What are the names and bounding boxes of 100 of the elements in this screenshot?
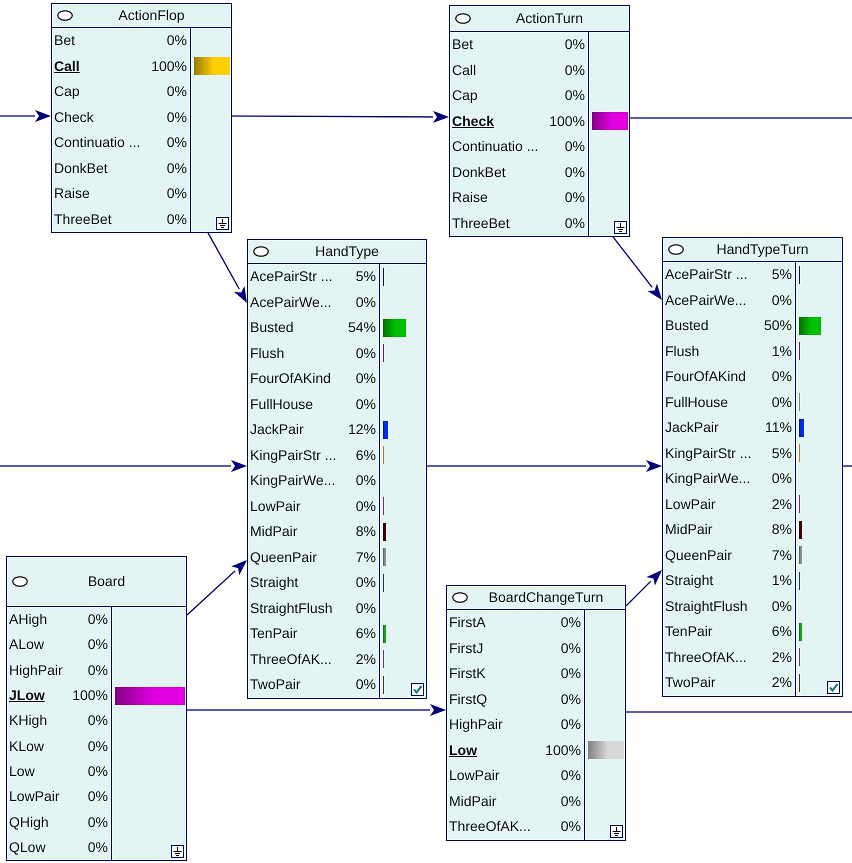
- state-label[interactable]: KingPairStr ...: [250, 444, 336, 466]
- state-label[interactable]: ThreeOfAK...: [665, 646, 747, 668]
- state-label[interactable]: KingPairWe...: [250, 470, 336, 492]
- oval-icon: [253, 246, 269, 257]
- state-label[interactable]: JLow: [9, 685, 45, 706]
- state-label[interactable]: AHigh: [9, 609, 48, 630]
- state-label[interactable]: ALow: [9, 634, 44, 656]
- state-label[interactable]: ThreeBet: [54, 208, 112, 230]
- state-percent: 0%: [564, 35, 585, 54]
- state-label[interactable]: LowPair: [449, 765, 500, 786]
- state-percent: 0%: [564, 188, 585, 208]
- checkmark-icon[interactable]: [411, 682, 424, 696]
- state-label[interactable]: FirstJ: [449, 638, 484, 659]
- state-label[interactable]: AcePairWe...: [665, 290, 746, 311]
- state-label[interactable]: LowPair: [665, 494, 716, 515]
- state-label[interactable]: AcePairStr ...: [665, 264, 748, 286]
- node-card[interactable]: [662, 237, 843, 696]
- state-label[interactable]: FourOfAKind: [250, 368, 331, 390]
- node-card[interactable]: [247, 239, 427, 698]
- state-percent: 54%: [348, 318, 376, 338]
- state-label[interactable]: Bet: [54, 30, 76, 52]
- state-label[interactable]: QHigh: [9, 812, 49, 833]
- state-label[interactable]: FullHouse: [665, 392, 728, 413]
- state-percent: 1%: [772, 571, 792, 590]
- ground-icon[interactable]: [610, 824, 623, 838]
- state-percent: 0%: [88, 787, 108, 806]
- node-card[interactable]: BoardChangeTurn FirstA 0% FirstJ 0% FirstK 0% FirstQ 0% HighPair 0% Low 100% LowPair 0% MidPair 0% ThreeOfAK... 0%: [446, 585, 626, 840]
- state-label[interactable]: Bet: [452, 34, 474, 56]
- state-label[interactable]: Low: [449, 740, 477, 761]
- state-label[interactable]: Call: [452, 60, 476, 81]
- state-label[interactable]: HighPair: [449, 714, 503, 736]
- checkmark-icon[interactable]: [827, 680, 840, 694]
- state-percent: 0%: [560, 613, 581, 632]
- state-label[interactable]: TenPair: [665, 621, 712, 642]
- state-label[interactable]: LowPair: [250, 496, 301, 517]
- state-label[interactable]: Straight: [250, 572, 298, 594]
- state-label[interactable]: TwoPair: [250, 674, 301, 696]
- state-label[interactable]: ThreeBet: [452, 212, 510, 234]
- state-label[interactable]: TenPair: [250, 623, 298, 644]
- state-label[interactable]: Continuatio ...: [452, 136, 538, 158]
- state-label[interactable]: FourOfAKind: [665, 366, 746, 388]
- state-label[interactable]: Call: [54, 56, 80, 77]
- state-label[interactable]: DonkBet: [452, 162, 506, 183]
- state-label[interactable]: FirstA: [449, 612, 486, 634]
- state-label[interactable]: JackPair: [665, 417, 719, 438]
- state-label[interactable]: Continuatio ...: [54, 132, 140, 154]
- state-label[interactable]: Flush: [665, 340, 700, 362]
- state-label[interactable]: TwoPair: [665, 672, 716, 694]
- state-label[interactable]: AcePairStr ...: [250, 266, 332, 288]
- state-label[interactable]: Busted: [665, 315, 709, 336]
- state-label[interactable]: HighPair: [9, 660, 63, 681]
- state-label[interactable]: KingPairWe...: [665, 468, 750, 490]
- state-percent: 0%: [564, 137, 585, 156]
- state-label[interactable]: Cap: [54, 81, 80, 102]
- state-percent: 8%: [356, 522, 376, 542]
- state-label[interactable]: Busted: [250, 317, 294, 338]
- state-label[interactable]: KingPairStr ...: [665, 442, 752, 464]
- state-label[interactable]: MidPair: [449, 790, 496, 812]
- state-label[interactable]: Raise: [54, 183, 90, 204]
- state-percent: 0%: [772, 392, 792, 412]
- ground-icon[interactable]: [614, 221, 627, 234]
- state-label[interactable]: ThreeOfAK...: [449, 816, 531, 838]
- state-label[interactable]: StraightFlush: [250, 598, 332, 619]
- state-label[interactable]: ThreeOfAK...: [250, 648, 332, 670]
- node-card[interactable]: ActionFlop Bet 0% Call 100% Cap 0% Check 0% Continuatio ... 0% DonkBet 0% Raise 0% ThreeBet 0%: [51, 3, 232, 233]
- state-label[interactable]: MidPair: [250, 521, 298, 542]
- state-label[interactable]: DonkBet: [54, 158, 108, 179]
- state-label[interactable]: Straight: [665, 570, 714, 592]
- state-percent: 0%: [560, 690, 581, 709]
- state-label[interactable]: QueenPair: [250, 546, 317, 568]
- state-label[interactable]: Check: [54, 106, 94, 128]
- state-label[interactable]: FirstK: [449, 663, 486, 684]
- state-label[interactable]: Raise: [452, 187, 488, 208]
- state-percent: 5%: [772, 444, 792, 463]
- state-label[interactable]: QLow: [9, 836, 46, 858]
- state-label[interactable]: Cap: [452, 85, 478, 106]
- ground-icon[interactable]: [171, 844, 184, 858]
- state-percent: 2%: [772, 494, 792, 514]
- ground-icon[interactable]: [216, 217, 229, 230]
- state-percent: 0%: [772, 367, 792, 386]
- state-label[interactable]: Flush: [250, 342, 284, 364]
- state-label[interactable]: StraightFlush: [665, 596, 748, 617]
- state-label[interactable]: Check: [452, 110, 494, 132]
- node-title: HandType: [314, 242, 379, 261]
- arrow: [186, 560, 247, 616]
- state-label[interactable]: AcePairWe...: [250, 292, 332, 313]
- state-label[interactable]: Low: [9, 760, 35, 782]
- state-label[interactable]: LowPair: [9, 786, 60, 808]
- state-percent: 0%: [560, 715, 581, 734]
- node-card[interactable]: Board AHigh 0% ALow 0% HighPair 0% JLow 100% KHigh 0% KLow 0% Low 0% LowPair 0% QHigh 0% QLow 0%: [6, 556, 187, 861]
- state-label[interactable]: QueenPair: [665, 544, 732, 566]
- state-label[interactable]: MidPair: [665, 519, 712, 540]
- state-percent: 5%: [772, 265, 792, 284]
- state-label[interactable]: KLow: [9, 736, 44, 757]
- state-label[interactable]: FirstQ: [449, 688, 488, 710]
- state-label[interactable]: KHigh: [9, 710, 48, 732]
- state-label[interactable]: FullHouse: [250, 394, 314, 415]
- state-percent: 0%: [772, 469, 792, 488]
- state-label[interactable]: JackPair: [250, 419, 304, 440]
- node-card[interactable]: ActionTurn Bet 0% Call 0% Cap 0% Check 100% Continuatio ... 0% DonkBet 0% Raise 0% ThreeBet 0%: [449, 5, 630, 237]
